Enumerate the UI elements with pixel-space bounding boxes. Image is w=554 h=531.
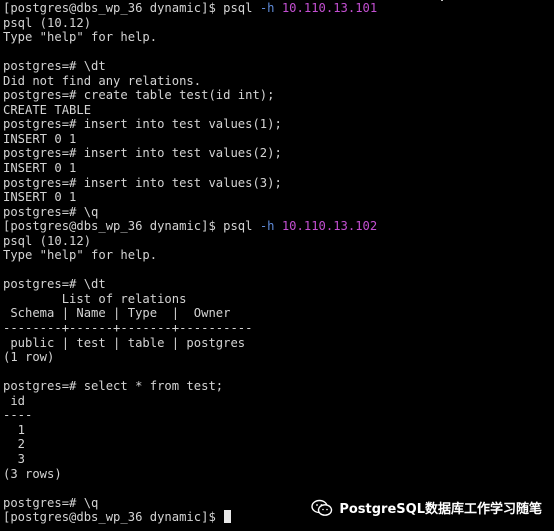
- terminal-line: (3 rows): [3, 467, 554, 482]
- terminal-line: 2: [3, 437, 554, 452]
- terminal-text: 1: [3, 422, 26, 437]
- terminal-text: id: [3, 393, 26, 408]
- terminal-text: postgres=# \q: [3, 204, 99, 219]
- wechat-icon: [311, 499, 333, 516]
- terminal-text: (1 row): [3, 350, 55, 365]
- terminal-line: postgres=# create table test(id int);: [3, 88, 554, 103]
- terminal-line: 1: [3, 423, 554, 438]
- terminal-text: (3 rows): [3, 466, 62, 481]
- terminal-text: Schema | Name | Type | Owner: [3, 306, 231, 321]
- ip-address: 10.110.13.102: [281, 219, 378, 234]
- top-edge-fragment: [441, 0, 443, 1]
- terminal-line: postgres=# \dt: [3, 277, 554, 292]
- terminal-text: CREATE TABLE: [3, 102, 92, 117]
- terminal-line: postgres=# \q: [3, 205, 554, 220]
- terminal-line: Type "help" for help.: [3, 248, 554, 263]
- terminal-line: List of relations: [3, 292, 554, 307]
- terminal-text: postgres=# \dt: [3, 59, 106, 74]
- terminal-text: List of relations: [3, 291, 187, 306]
- terminal-line: --------+------+-------+----------: [3, 321, 554, 336]
- ip-address: 10.110.13.101: [281, 1, 378, 15]
- terminal-line: psql (10.12): [3, 234, 554, 249]
- terminal-line: Did not find any relations.: [3, 74, 554, 89]
- terminal-text: 2: [3, 437, 26, 452]
- terminal-text: public | test | table | postgres: [3, 335, 246, 350]
- terminal-line: INSERT 0 1: [3, 190, 554, 205]
- terminal-line: postgres=# insert into test values(1);: [3, 117, 554, 132]
- terminal-line: postgres=# select * from test;: [3, 379, 554, 394]
- terminal-text: Type "help" for help.: [3, 30, 158, 45]
- terminal-text: ----: [3, 408, 33, 423]
- terminal-line: INSERT 0 1: [3, 132, 554, 147]
- terminal-line: Type "help" for help.: [3, 30, 554, 45]
- terminal-line: id: [3, 394, 554, 409]
- terminal-line: [postgres@dbs_wp_36 dynamic]$ psql -h 10…: [3, 1, 554, 16]
- terminal-text: [postgres@dbs_wp_36 dynamic]$: [3, 510, 224, 525]
- terminal-text: Type "help" for help.: [3, 248, 158, 263]
- terminal-line: (1 row): [3, 350, 554, 365]
- terminal-text: INSERT 0 1: [3, 161, 77, 176]
- terminal-text: [postgres@dbs_wp_36 dynamic]$ psql: [3, 1, 260, 15]
- watermark: PostgreSQL数据库工作学习随笔: [311, 498, 542, 517]
- cursor: [224, 510, 232, 524]
- terminal-text: postgres=# \q: [3, 495, 99, 510]
- terminal-line: postgres=# insert into test values(3);: [3, 176, 554, 191]
- terminal-line: INSERT 0 1: [3, 161, 554, 176]
- terminal-line: 3: [3, 452, 554, 467]
- terminal-text: postgres=# select * from test;: [3, 379, 224, 394]
- terminal-line: postgres=# insert into test values(2);: [3, 146, 554, 161]
- terminal-line: [postgres@dbs_wp_36 dynamic]$ psql -h 10…: [3, 219, 554, 234]
- terminal-text: psql (10.12): [3, 233, 92, 248]
- terminal-text: postgres=# insert into test values(1);: [3, 117, 282, 132]
- terminal-text: Did not find any relations.: [3, 73, 202, 88]
- watermark-text: PostgreSQL数据库工作学习随笔: [339, 502, 542, 517]
- cli-option: -h: [259, 1, 275, 15]
- terminal-text: postgres=# insert into test values(2);: [3, 146, 282, 161]
- terminal-text: 3: [3, 451, 26, 466]
- terminal-line: CREATE TABLE: [3, 103, 554, 118]
- terminal-text: --------+------+-------+----------: [3, 321, 253, 336]
- terminal-line: postgres=# \dt: [3, 59, 554, 74]
- cli-option: -h: [259, 219, 275, 234]
- terminal-text: postgres=# create table test(id int);: [3, 88, 275, 103]
- terminal-text: postgres=# \dt: [3, 277, 106, 292]
- terminal-line: psql (10.12): [3, 16, 554, 31]
- terminal-line: ----: [3, 408, 554, 423]
- terminal-text: INSERT 0 1: [3, 190, 77, 205]
- terminal-text: psql (10.12): [3, 15, 92, 30]
- terminal-window[interactable]: [postgres@dbs_wp_36 dynamic]$ psql -h 10…: [0, 0, 554, 531]
- terminal-text: INSERT 0 1: [3, 131, 77, 146]
- terminal-line: Schema | Name | Type | Owner: [3, 306, 554, 321]
- terminal-line: public | test | table | postgres: [3, 336, 554, 351]
- terminal-text: postgres=# insert into test values(3);: [3, 175, 282, 190]
- terminal-text: [postgres@dbs_wp_36 dynamic]$ psql: [3, 219, 260, 234]
